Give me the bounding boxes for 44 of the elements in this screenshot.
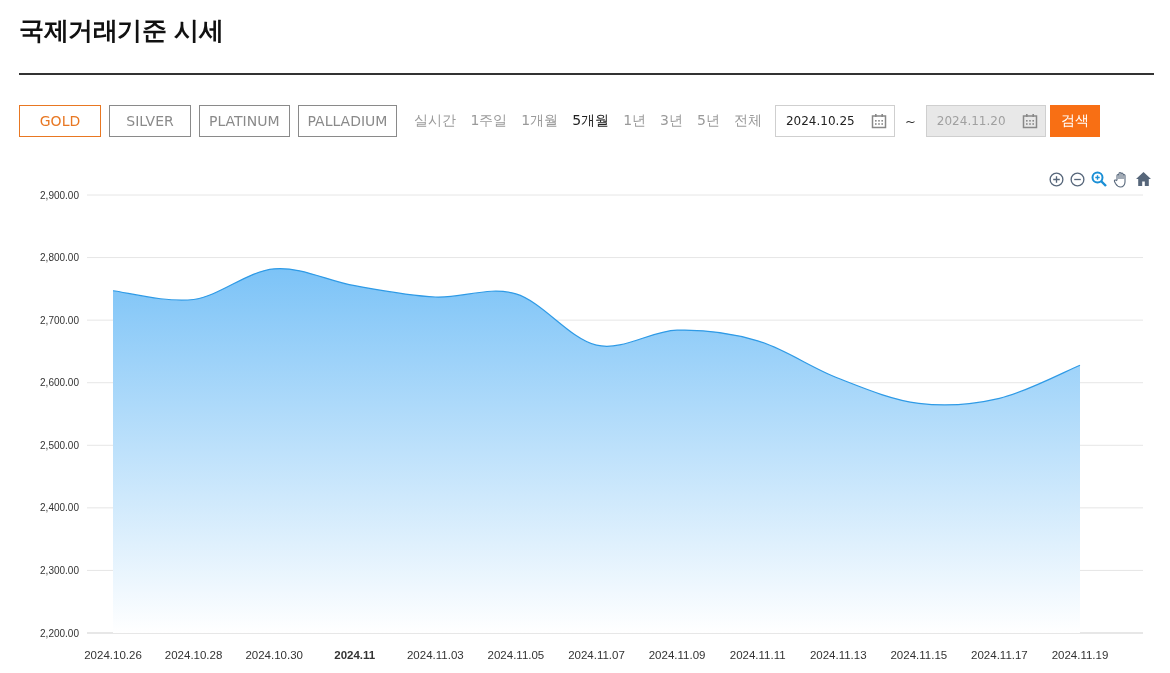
search-button[interactable]: 검색 xyxy=(1049,105,1100,137)
axis-label: 2024.11.15 xyxy=(890,649,948,661)
metal-tab[interactable]: GOLD xyxy=(19,105,101,137)
axis-label: 2024.11.09 xyxy=(648,649,706,661)
axis-label: 2024.11.07 xyxy=(568,649,625,661)
axis-label: 2,900.00 xyxy=(40,189,79,201)
hand-icon[interactable] xyxy=(1113,170,1129,188)
metal-tab[interactable]: SILVER xyxy=(109,105,191,137)
period-tab[interactable]: 3년 xyxy=(653,112,690,130)
axis-label: 2,200.00 xyxy=(40,627,79,639)
metal-tab[interactable]: PLATINUM xyxy=(199,105,290,137)
axis-label: 2,300.00 xyxy=(40,564,79,576)
axis-label: 2,600.00 xyxy=(40,377,79,389)
search-icon[interactable] xyxy=(1091,171,1107,187)
axis-label: 2024.11.19 xyxy=(1051,649,1109,661)
metal-tab[interactable]: PALLADIUM xyxy=(297,105,398,137)
period-tab[interactable]: 전체 xyxy=(726,112,769,130)
axis-label: 2024.10.30 xyxy=(245,649,303,661)
calendar-icon[interactable] xyxy=(1021,113,1038,129)
axis-label: 2024.10.26 xyxy=(84,649,142,661)
date-field[interactable]: 2024.10.25 xyxy=(774,105,895,137)
axis-label: 2,800.00 xyxy=(40,252,79,264)
calendar-icon[interactable] xyxy=(870,113,887,129)
period-tab[interactable]: 실시간 xyxy=(407,112,464,130)
axis-label: 2,700.00 xyxy=(40,314,79,326)
home-icon[interactable] xyxy=(1135,171,1152,187)
period-tab[interactable]: 1주일 xyxy=(463,112,515,130)
period-tab[interactable]: 5년 xyxy=(690,112,727,130)
period-tab[interactable]: 5개월 xyxy=(565,112,617,130)
range-separator: ~ xyxy=(904,113,916,129)
period-tab[interactable]: 1년 xyxy=(616,112,654,130)
axis-label: 2024.11.17 xyxy=(971,649,1028,661)
axis-label: 2,500.00 xyxy=(40,439,79,451)
axis-label: 2,400.00 xyxy=(40,502,79,514)
zoom-out-icon[interactable] xyxy=(1070,171,1085,187)
period-tab[interactable]: 1개월 xyxy=(514,112,566,130)
axis-label: 2024.11.03 xyxy=(407,649,464,661)
axis-label: 2024.11.05 xyxy=(487,649,545,661)
zoom-in-icon[interactable] xyxy=(1049,171,1064,187)
axis-label: 2024.11 xyxy=(334,649,376,661)
axis-label: 2024.11.11 xyxy=(729,649,786,661)
axis-label: 2024.10.28 xyxy=(164,649,223,661)
page-title: 국제거래기준 시세 xyxy=(19,15,225,47)
axis-label: 2024.11.13 xyxy=(809,649,867,661)
